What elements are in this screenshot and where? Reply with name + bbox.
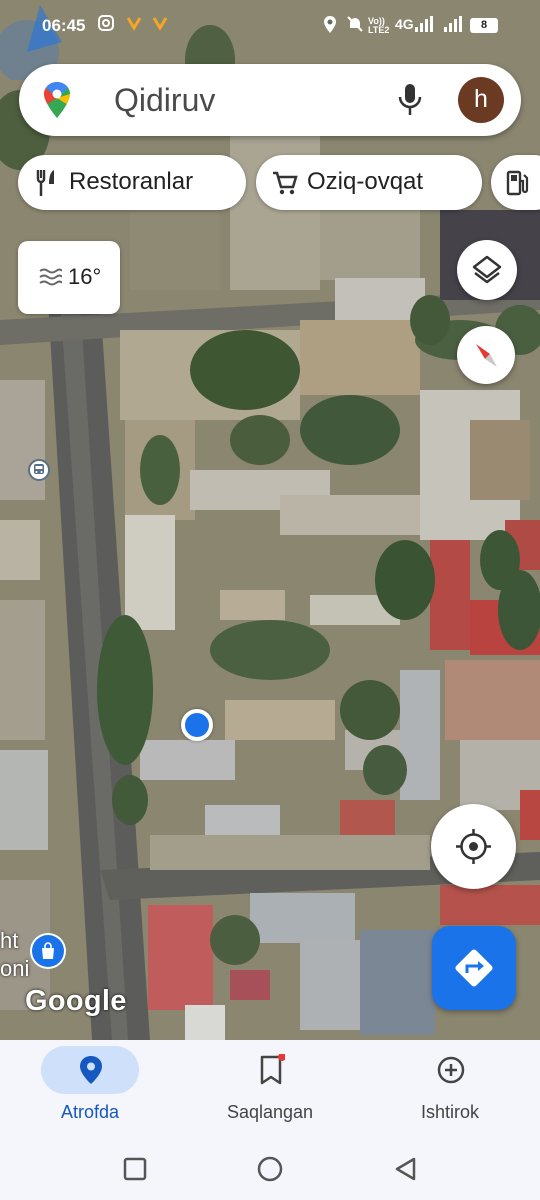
volte-indicator: Vo)) LTE2 bbox=[368, 16, 390, 35]
crosshair-icon bbox=[456, 829, 491, 864]
notification-app-icon bbox=[126, 17, 142, 31]
microphone-icon[interactable] bbox=[397, 82, 423, 118]
gas-station-icon bbox=[506, 170, 529, 196]
battery-level: 8 bbox=[480, 19, 488, 31]
battery-icon: 8 bbox=[470, 18, 498, 33]
bottom-navigation: Atrofda Saqlangan Ishtirok bbox=[0, 1040, 540, 1140]
haze-icon bbox=[39, 268, 62, 286]
status-bar: 06:45 Vo)) LTE2 4G 8 bbox=[0, 0, 540, 52]
directions-icon bbox=[455, 949, 493, 987]
nav-contribute[interactable]: Ishtirok bbox=[360, 1040, 540, 1140]
notification-app-icon-2 bbox=[152, 17, 168, 31]
mute-bell-icon bbox=[347, 16, 363, 32]
bus-stop-marker[interactable] bbox=[28, 459, 50, 481]
network-type: 4G bbox=[395, 16, 414, 32]
location-pin-icon bbox=[80, 1056, 102, 1084]
nav-explore-indicator bbox=[41, 1046, 139, 1094]
temperature: 16° bbox=[68, 264, 102, 289]
my-location-button[interactable] bbox=[431, 804, 516, 889]
recents-icon[interactable] bbox=[123, 1157, 147, 1181]
chip-gas-stations[interactable] bbox=[491, 155, 540, 210]
signal-icon bbox=[415, 16, 433, 32]
nav-contribute-label: Ishtirok bbox=[420, 1102, 480, 1122]
add-circle-icon bbox=[437, 1056, 465, 1084]
search-placeholder[interactable]: Qidiruv bbox=[114, 82, 215, 119]
back-icon[interactable] bbox=[393, 1156, 417, 1182]
system-navigation-bar bbox=[0, 1140, 540, 1200]
place-label-line1: ht bbox=[0, 928, 19, 953]
cart-icon bbox=[273, 171, 298, 195]
nav-saved-indicator bbox=[221, 1046, 319, 1094]
instagram-icon bbox=[98, 15, 114, 31]
account-avatar[interactable]: h bbox=[458, 77, 504, 123]
bus-icon bbox=[34, 464, 44, 474]
nav-saved[interactable]: Saqlangan bbox=[180, 1040, 360, 1140]
chip-groceries-label: Oziq-ovqat bbox=[307, 168, 424, 195]
nav-explore[interactable]: Atrofda bbox=[0, 1040, 180, 1140]
signal-icon-2 bbox=[444, 16, 462, 32]
bookmark-icon bbox=[260, 1054, 285, 1085]
location-status-icon bbox=[324, 16, 336, 33]
nav-explore-label: Atrofda bbox=[60, 1102, 120, 1122]
home-icon[interactable] bbox=[257, 1156, 283, 1182]
directions-button[interactable] bbox=[432, 926, 516, 1010]
place-marker[interactable] bbox=[30, 933, 66, 969]
place-label-line2: oni bbox=[0, 956, 30, 981]
google-maps-logo-icon bbox=[44, 82, 70, 118]
nav-saved-label: Saqlangan bbox=[226, 1102, 314, 1122]
compass-icon bbox=[476, 344, 497, 367]
chip-restaurants[interactable]: Restoranlar bbox=[18, 155, 246, 210]
chip-restaurants-label: Restoranlar bbox=[69, 168, 194, 195]
shopping-bag-icon bbox=[32, 935, 64, 967]
nav-contribute-indicator bbox=[401, 1046, 499, 1094]
restaurant-icon bbox=[36, 170, 54, 196]
layers-icon bbox=[472, 255, 502, 284]
status-time: 06:45 bbox=[42, 16, 86, 35]
place-label[interactable]: ht oni bbox=[0, 927, 29, 983]
layers-button[interactable] bbox=[457, 240, 517, 300]
my-location-dot bbox=[181, 709, 213, 741]
chip-groceries[interactable]: Oziq-ovqat bbox=[256, 155, 482, 210]
search-bar[interactable]: Qidiruv h bbox=[19, 64, 521, 136]
weather-card[interactable]: 16° bbox=[18, 241, 120, 314]
google-logo: Google bbox=[25, 985, 127, 1017]
compass-button[interactable] bbox=[457, 326, 515, 384]
